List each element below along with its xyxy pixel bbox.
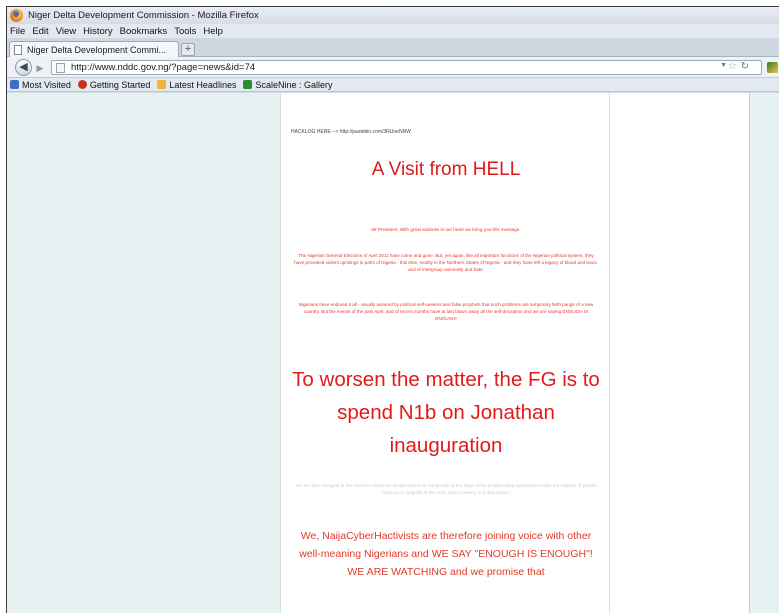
firefox-logo-icon[interactable] bbox=[10, 9, 23, 22]
bookmark-label: Most Visited bbox=[22, 79, 71, 90]
bookmarks-toolbar: Most Visited Getting Started Latest Head… bbox=[7, 78, 779, 92]
bookmark-star-icon[interactable]: ☆ bbox=[728, 61, 737, 72]
history-dropdown-icon[interactable]: ▼ bbox=[720, 62, 727, 69]
navigation-bar: ◀ ▶ http://www.nddc.gov.ng/?page=news&id… bbox=[7, 57, 779, 78]
rss-icon bbox=[157, 80, 167, 89]
bookmark-getting-started[interactable]: Getting Started bbox=[77, 79, 151, 90]
menu-help[interactable]: Help bbox=[203, 26, 223, 37]
bookmark-folder-icon bbox=[10, 80, 19, 89]
url-text[interactable]: http://www.nddc.gov.ng/?page=news&id=74 bbox=[71, 62, 255, 73]
big-statement: To worsen the matter, the FG is to spend… bbox=[292, 368, 600, 457]
tab-active[interactable]: Niger Delta Development Commi... bbox=[9, 41, 179, 57]
paragraph-intro: Mr President, With great sadness in our … bbox=[371, 227, 521, 232]
menu-bookmarks[interactable]: Bookmarks bbox=[120, 26, 168, 37]
page-icon bbox=[14, 44, 22, 55]
bookmark-most-visited[interactable]: Most Visited bbox=[10, 80, 71, 90]
search-engine-icon[interactable] bbox=[767, 62, 778, 73]
page-headline: A Visit from HELL bbox=[371, 159, 521, 180]
back-button[interactable]: ◀ bbox=[15, 59, 32, 76]
right-panel bbox=[610, 93, 750, 613]
menu-history[interactable]: History bbox=[83, 26, 113, 37]
menu-bar: File Edit View History Bookmarks Tools H… bbox=[7, 24, 779, 38]
hacklog-link[interactable]: HACKLOG HERE --> http://pastebin.com/3RU… bbox=[291, 129, 411, 135]
site-identity-icon[interactable] bbox=[56, 62, 65, 73]
page-viewport: HACKLOG HERE --> http://pastebin.com/3RU… bbox=[7, 93, 779, 613]
back-arrow-icon: ◀ bbox=[19, 61, 28, 73]
firefox-icon bbox=[77, 80, 87, 89]
paragraph-endured: Nigerians have endured it all - usually … bbox=[298, 302, 594, 321]
window-title: Niger Delta Development Commission - Moz… bbox=[28, 10, 259, 21]
tab-label: Niger Delta Development Commi... bbox=[27, 44, 167, 55]
title-bar: Niger Delta Development Commission - Moz… bbox=[7, 7, 779, 24]
url-bar[interactable]: http://www.nddc.gov.ng/?page=news&id=74 … bbox=[51, 60, 762, 75]
closing-paragraph: We, NaijaCyberHactivists are therefore j… bbox=[299, 530, 593, 578]
menu-edit[interactable]: Edit bbox=[32, 26, 48, 37]
reload-icon[interactable]: ↻ bbox=[741, 61, 749, 72]
new-tab-button[interactable]: + bbox=[181, 43, 195, 56]
bookmark-label: Getting Started bbox=[89, 79, 151, 90]
menu-view[interactable]: View bbox=[56, 26, 76, 37]
paragraph-elections: The Nigerian General Elections of April … bbox=[294, 253, 598, 272]
browser-window: Niger Delta Development Commission - Moz… bbox=[6, 6, 779, 613]
site-icon bbox=[243, 80, 253, 89]
bookmark-latest-headlines[interactable]: Latest Headlines bbox=[157, 80, 236, 90]
menu-file[interactable]: File bbox=[10, 26, 25, 37]
content-column: HACKLOG HERE --> http://pastebin.com/3RU… bbox=[280, 93, 610, 613]
tab-strip: Niger Delta Development Commi... + bbox=[7, 38, 779, 57]
bookmark-label: ScaleNine : Gallery bbox=[255, 79, 333, 90]
menu-tools[interactable]: Tools bbox=[174, 26, 196, 37]
bookmark-label: Latest Headlines bbox=[169, 79, 237, 90]
forward-button[interactable]: ▶ bbox=[33, 62, 47, 74]
forward-arrow-icon: ▶ bbox=[36, 63, 44, 73]
bookmark-scalenine-gallery[interactable]: ScaleNine : Gallery bbox=[243, 79, 333, 90]
faint-paragraph: We are also outraged at the extent to wh… bbox=[295, 483, 597, 495]
